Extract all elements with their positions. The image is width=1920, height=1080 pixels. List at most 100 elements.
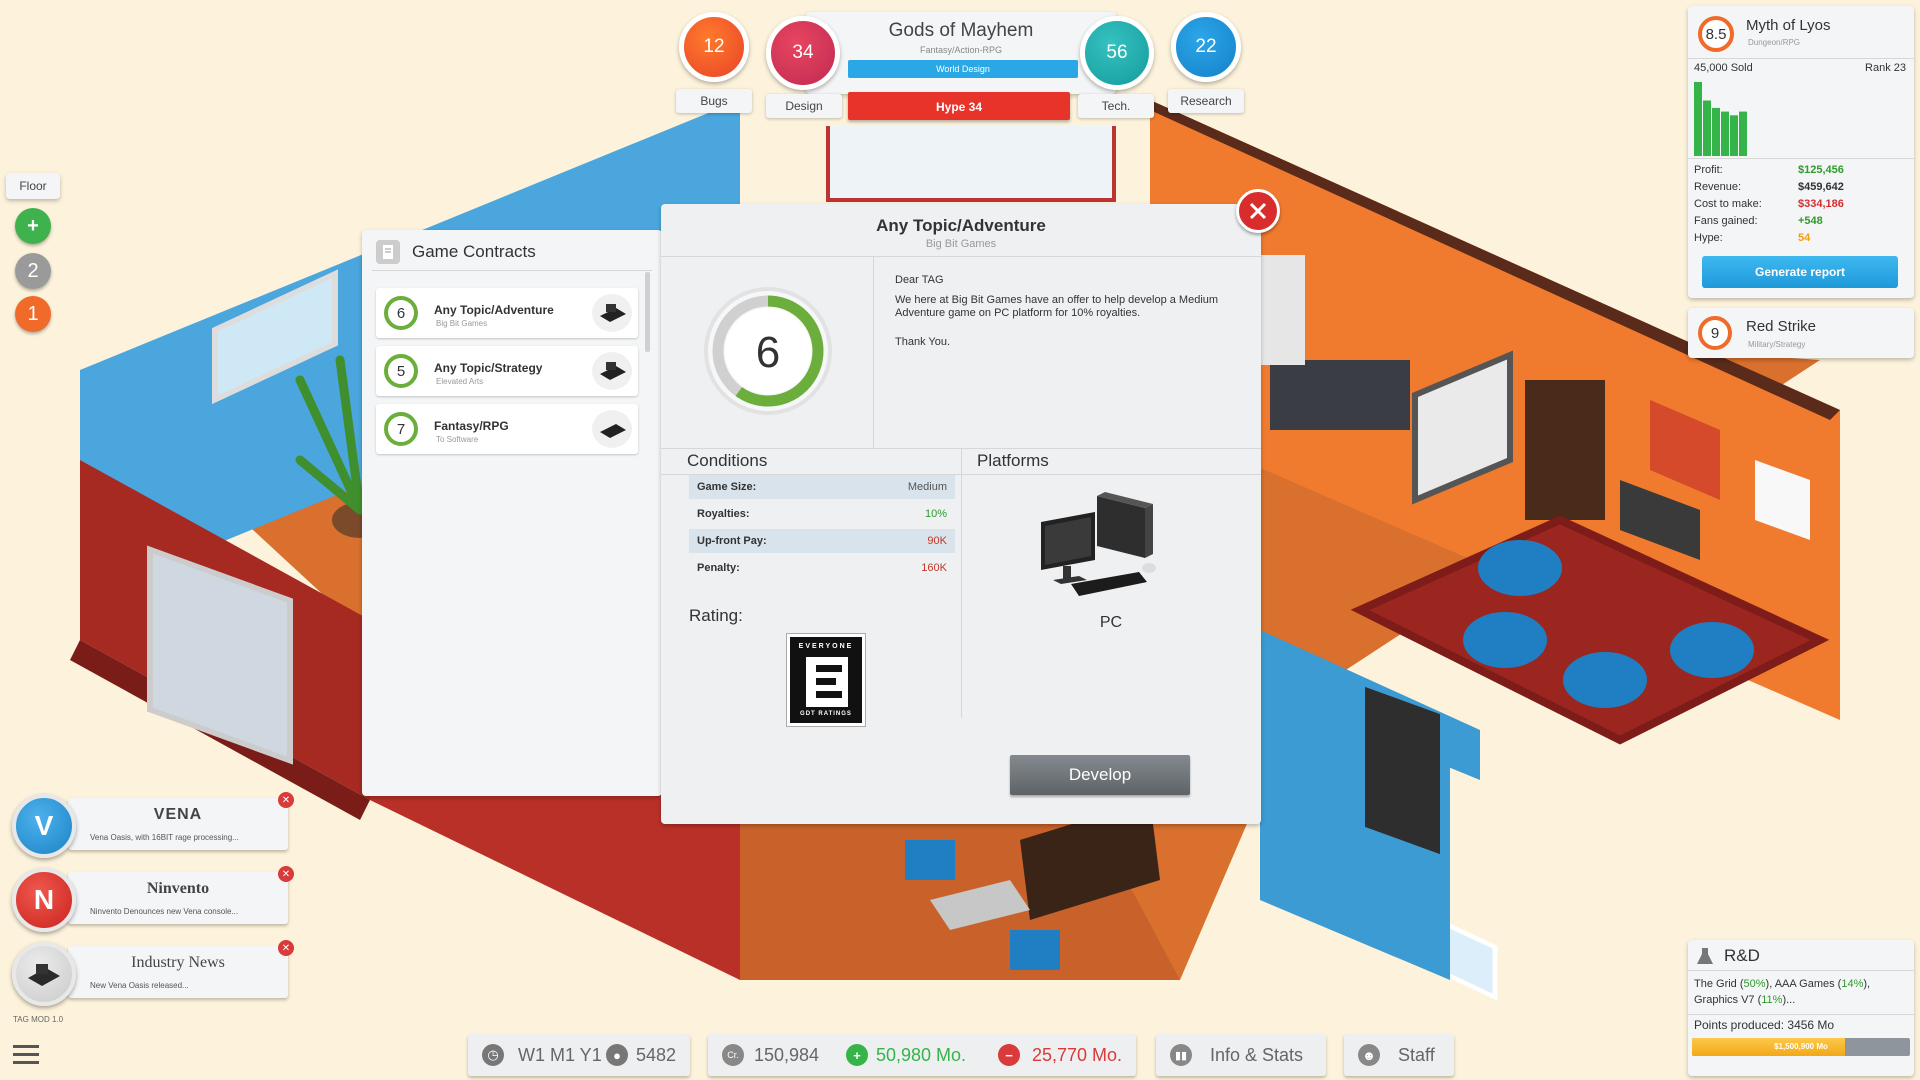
letter-greeting: Dear TAG <box>895 274 944 286</box>
rnd-points-divider <box>1688 1014 1914 1015</box>
platform-label: PC <box>1099 614 1123 631</box>
beanbag-2 <box>1463 612 1547 668</box>
sales-bar <box>1739 111 1747 156</box>
money-pill[interactable]: Cr. 150,984 + 50,980 Mo. − 25,770 Mo. <box>708 1034 1136 1076</box>
date-fans-pill[interactable]: ◷ W1 M1 Y1 ● 5482 <box>468 1034 690 1076</box>
game-genre: Fantasy/Action-RPG <box>919 45 1003 55</box>
contracts-panel: Game Contracts 6 Any Topic/Adventure Big… <box>362 230 662 796</box>
contract-title: Any Topic/Adventure <box>434 303 554 317</box>
rnd-research-list: The Grid (50%), AAA Games (14%), Graphic… <box>1694 976 1910 1008</box>
close-news-button[interactable]: ✕ <box>278 940 294 956</box>
contracts-divider <box>372 270 652 271</box>
contract-company: Big Bit Games <box>436 319 488 328</box>
rnd-card[interactable]: R&D The Grid (50%), AAA Games (14%), Gra… <box>1688 940 1914 1076</box>
dialog-vertical-divider <box>873 256 874 448</box>
floor-label-card: Floor <box>6 173 60 199</box>
news-initial: V <box>34 810 54 841</box>
contract-item[interactable]: 6 Any Topic/Adventure Big Bit Games <box>376 288 638 338</box>
news-title: Ninvento <box>146 880 210 897</box>
release-sold: 45,000 Sold <box>1694 62 1753 74</box>
condition-key: Up-front Pay: <box>697 535 767 547</box>
sales-bar <box>1730 115 1738 156</box>
kitchen-counter <box>1270 360 1410 430</box>
stat-key: Cost to make: <box>1694 198 1762 210</box>
main-menu-button[interactable] <box>13 1044 39 1066</box>
add-floor-button[interactable]: + <box>15 208 51 244</box>
flask-icon <box>1696 946 1714 966</box>
rnd-item-text: The Grid ( <box>1694 978 1744 990</box>
design-bubble[interactable]: 34 <box>766 16 840 90</box>
news-avatar <box>12 942 76 1006</box>
generate-report-button[interactable]: Generate report <box>1702 256 1898 288</box>
research-bubble[interactable]: 22 <box>1171 12 1241 82</box>
close-news-button[interactable]: ✕ <box>278 866 294 882</box>
contract-rating: 5 <box>384 354 418 388</box>
letter-body: We here at Big Bit Games have an offer t… <box>895 294 1219 319</box>
dialog-company: Big Bit Games <box>925 238 997 250</box>
contract-dialog: Any Topic/Adventure Big Bit Games 6 Dear… <box>661 204 1261 824</box>
sales-chart-graphic <box>1694 82 1747 156</box>
rnd-item-percent: 14% <box>1841 978 1864 990</box>
bugs-bubble[interactable]: 12 <box>679 12 749 82</box>
game-title: Gods of Mayhem <box>888 20 1034 41</box>
develop-label: Develop <box>1068 765 1132 784</box>
rating-ring: 6 <box>693 284 843 418</box>
tech-tab: Tech. <box>1078 94 1154 118</box>
competitor-score-value: 9 <box>1710 324 1720 342</box>
rnd-item-text: ), AAA Games ( <box>1765 978 1842 990</box>
close-icon <box>1249 202 1267 220</box>
date-text: W1 M1 Y1 <box>518 1045 602 1065</box>
generate-report-label: Generate report <box>1754 265 1846 279</box>
contract-item[interactable]: 7 Fantasy/RPG To Software <box>376 404 638 454</box>
contract-title: Any Topic/Strategy <box>434 361 543 375</box>
release-score: 8.5 <box>1698 16 1734 52</box>
research-value: 22 <box>1195 36 1217 57</box>
competitor-card[interactable]: 9 Red Strike Military/Strategy <box>1688 308 1914 358</box>
close-news-button[interactable]: ✕ <box>278 792 294 808</box>
income-icon: + <box>846 1044 868 1066</box>
news-initial: N <box>33 884 55 915</box>
stats-icon: ▮▮ <box>1170 1044 1192 1066</box>
credits-icon: Cr. <box>722 1044 744 1066</box>
condition-row: Game Size: Medium <box>689 475 955 499</box>
esrb-top-text: EVERYONE <box>798 643 854 650</box>
bugs-value: 12 <box>703 36 725 57</box>
rnd-budget-slider[interactable]: $1,500,900 Mo <box>1692 1038 1910 1056</box>
platforms-divider <box>961 448 962 718</box>
rating-label: Rating: <box>689 606 743 625</box>
rnd-points: Points produced: 3456 Mo <box>1694 1018 1835 1032</box>
staff-button[interactable]: ☻ Staff <box>1344 1034 1454 1076</box>
condition-value: 90K <box>927 535 947 547</box>
contract-item[interactable]: 5 Any Topic/Strategy Elevated Arts <box>376 346 638 396</box>
release-rank: Rank 23 <box>1865 62 1906 74</box>
news-item-vena[interactable]: VENA Vena Oasis, with 16BIT rage process… <box>0 792 300 864</box>
news-text: Vena Oasis, with 16BIT rage processing..… <box>90 833 239 842</box>
design-label: Design <box>785 99 823 113</box>
rnd-item-text: )... <box>1782 994 1796 1006</box>
condition-row: Royalties: 10% <box>689 502 955 526</box>
release-card[interactable]: 8.5 Myth of Lyos Dungeon/RPG 45,000 Sold… <box>1688 6 1914 298</box>
platforms-heading-underline <box>961 474 1261 475</box>
news-card: VENA Vena Oasis, with 16BIT rage process… <box>68 792 294 850</box>
hamburger-icon <box>13 1045 39 1064</box>
develop-button[interactable]: Develop <box>1010 755 1190 795</box>
floor-2-button[interactable]: 2 <box>15 253 51 289</box>
info-stats-button[interactable]: ▮▮ Info & Stats <box>1156 1034 1326 1076</box>
floor-1-button[interactable]: 1 <box>15 296 51 332</box>
close-dialog-button[interactable] <box>1236 189 1280 233</box>
income-text: 50,980 Mo. <box>876 1045 967 1065</box>
bookshelf-right <box>1525 380 1605 520</box>
news-item-ninvento[interactable]: Ninvento Ninvento Denounces new Vena con… <box>0 866 300 938</box>
tech-bubble[interactable]: 56 <box>1080 16 1154 90</box>
bugs-tab: Bugs <box>676 89 752 113</box>
competitor-title: Red Strike <box>1746 318 1817 335</box>
sales-bar <box>1703 100 1711 156</box>
news-text: Ninvento Denounces new Vena console... <box>90 907 239 916</box>
news-item-industry[interactable]: Industry News New Vena Oasis released...… <box>0 940 300 1012</box>
plus-icon: + <box>27 214 39 237</box>
floor-2-label: 2 <box>27 259 39 282</box>
hype-label: Hype 34 <box>935 100 983 114</box>
release-score-value: 8.5 <box>1705 25 1727 43</box>
contracts-scrollbar[interactable] <box>645 272 650 352</box>
phase-label: World Design <box>936 64 990 74</box>
